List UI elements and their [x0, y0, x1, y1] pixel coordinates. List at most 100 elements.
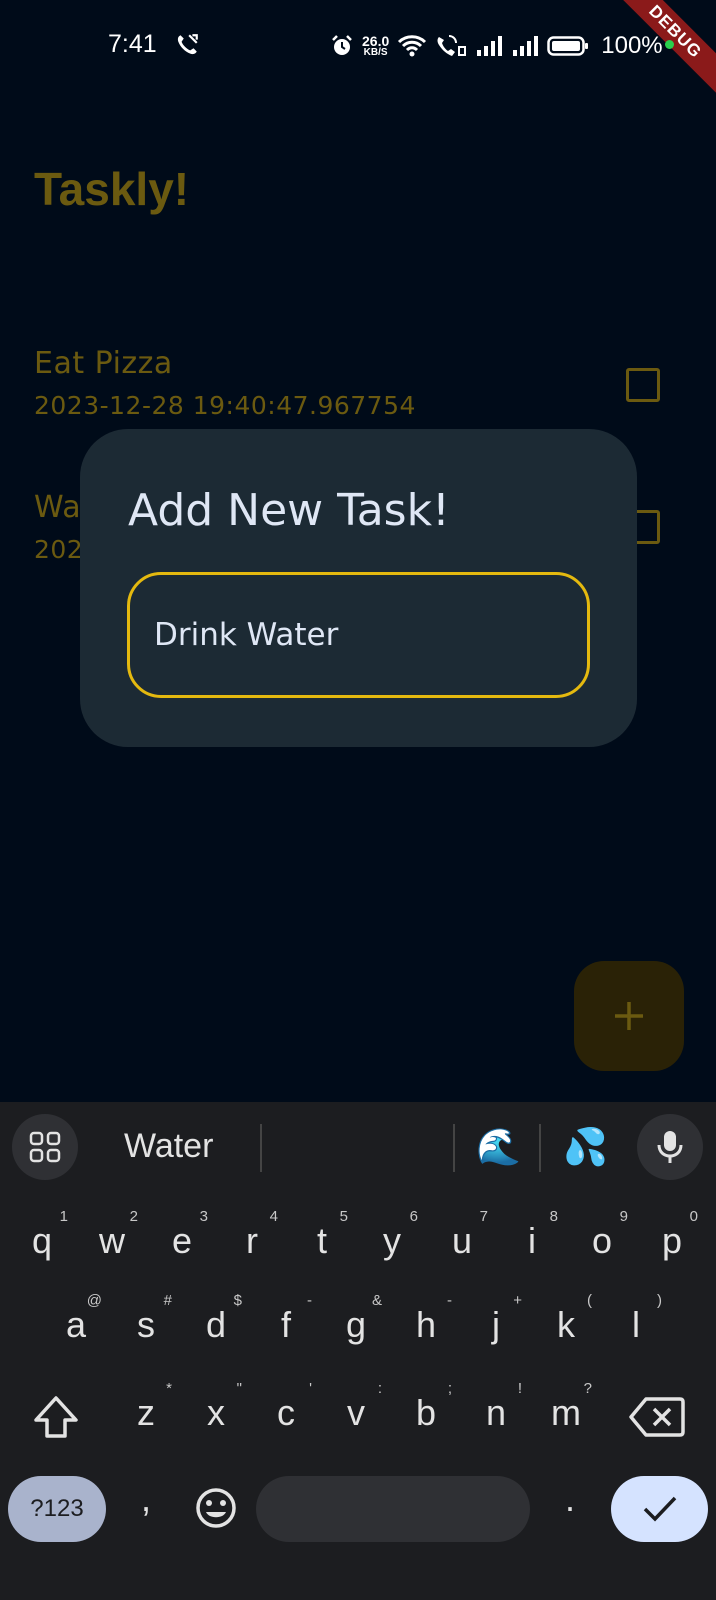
suggestion-bar: Water 🌊 💦 [0, 1102, 716, 1194]
divider [539, 1124, 541, 1172]
network-speed-value: 26.0 [362, 33, 390, 49]
key-hint: ? [583, 1380, 592, 1397]
shift-key[interactable] [30, 1392, 86, 1448]
period-key[interactable]: . [540, 1478, 600, 1520]
key-hint: 8 [549, 1208, 558, 1225]
space-key[interactable] [256, 1476, 530, 1542]
key-x[interactable]: x " [186, 1380, 246, 1434]
plus-icon [615, 1002, 643, 1030]
task-item[interactable]: Eat Pizza 2023-12-28 19:40:47.967754 [34, 346, 674, 420]
checkmark-icon [643, 1496, 676, 1522]
emoji-suggestion-wave[interactable]: 🌊 [476, 1126, 521, 1168]
key-z[interactable]: z * [116, 1380, 176, 1434]
key-hint: + [513, 1292, 522, 1309]
key-v[interactable]: v: [326, 1380, 386, 1434]
key-letter: m [551, 1392, 581, 1433]
key-letter: o [591, 1220, 613, 1261]
key-s[interactable]: s # [116, 1292, 176, 1346]
key-hint: 4 [269, 1208, 278, 1225]
key-u[interactable]: u7 [432, 1208, 492, 1262]
key-hint: $ [233, 1292, 242, 1309]
battery-icon [547, 36, 589, 56]
key-letter: x [207, 1392, 225, 1433]
enter-key[interactable] [611, 1476, 708, 1542]
key-letter: v [347, 1392, 365, 1433]
key-t[interactable]: t5 [292, 1208, 352, 1262]
keyboard: Water 🌊 💦 q 1 w 2 e 3 r 4 t 5 y 6 u 7 i 8 o 9 p 0 a @ s # d $ f - g &… [0, 1102, 716, 1600]
key-k[interactable]: k( [536, 1292, 596, 1346]
key-letter: g [345, 1304, 367, 1345]
symbols-key[interactable]: ?123 [8, 1476, 106, 1542]
key-d[interactable]: d $ [186, 1292, 246, 1346]
key-letter: s [137, 1304, 155, 1345]
key-b[interactable]: b; [396, 1380, 456, 1434]
key-l[interactable]: l) [606, 1292, 666, 1346]
key-p[interactable]: p0 [642, 1208, 702, 1262]
key-hint: 2 [129, 1208, 138, 1225]
key-letter: j [492, 1304, 500, 1345]
key-g[interactable]: g & [326, 1292, 386, 1346]
key-hint: 1 [59, 1208, 68, 1225]
comma-key[interactable]: , [116, 1478, 176, 1520]
task-name-input[interactable]: Drink Water [127, 572, 590, 698]
emoji-key[interactable] [194, 1486, 238, 1534]
voice-input-button[interactable] [637, 1114, 703, 1180]
key-q[interactable]: q1 [12, 1208, 72, 1262]
add-task-dialog: Add New Task! Drink Water [80, 429, 637, 747]
key-hint: ; [447, 1380, 452, 1397]
debug-label: DEBUG [606, 0, 716, 103]
key-h[interactable]: h- [396, 1292, 456, 1346]
key-hint: * [166, 1380, 172, 1397]
key-o[interactable]: o9 [572, 1208, 632, 1262]
volte-call-icon [437, 35, 467, 56]
key-hint: ( [587, 1292, 592, 1309]
key-letter: h [415, 1304, 437, 1345]
key-hint: 9 [619, 1208, 628, 1225]
key-hint: 6 [409, 1208, 418, 1225]
key-letter: l [632, 1304, 640, 1345]
key-hint: ) [657, 1292, 662, 1309]
network-speed-unit: KB/S [363, 47, 388, 58]
word-suggestion[interactable]: Water [124, 1127, 213, 1166]
key-hint: # [163, 1292, 172, 1309]
keyboard-menu-button[interactable] [12, 1114, 78, 1180]
smiley-icon [196, 1488, 236, 1528]
status-time: 7:41 [108, 30, 157, 58]
key-r[interactable]: r4 [222, 1208, 282, 1262]
key-letter: c [277, 1392, 295, 1433]
key-letter: k [557, 1304, 575, 1345]
key-j[interactable]: j + [466, 1292, 526, 1346]
key-hint: 0 [689, 1208, 698, 1225]
key-m[interactable]: m? [536, 1380, 596, 1434]
key-letter: f [280, 1304, 291, 1345]
task-name: Eat Pizza [34, 346, 173, 381]
add-task-button[interactable] [574, 961, 684, 1071]
key-e[interactable]: e3 [152, 1208, 212, 1262]
key-y[interactable]: y6 [362, 1208, 422, 1262]
backspace-key[interactable] [628, 1394, 688, 1446]
key-hint: @ [86, 1292, 102, 1309]
key-letter: q [31, 1220, 53, 1261]
key-hint: ! [517, 1380, 522, 1397]
key-letter: a [65, 1304, 87, 1345]
task-date: 2023-12-28 19:40:47.967754 [34, 391, 416, 420]
wifi-icon [398, 35, 427, 57]
key-letter: i [528, 1220, 536, 1261]
key-hint: 5 [339, 1208, 348, 1225]
key-n[interactable]: n! [466, 1380, 526, 1434]
dialog-title: Add New Task! [128, 485, 450, 536]
key-c[interactable]: c ' [256, 1380, 316, 1434]
key-letter: b [415, 1392, 437, 1433]
key-a[interactable]: a @ [46, 1292, 106, 1346]
key-f[interactable]: f- [256, 1292, 316, 1346]
key-hint: 3 [199, 1208, 208, 1225]
emoji-suggestion-droplets[interactable]: 💦 [563, 1126, 608, 1168]
task-checkbox[interactable] [626, 368, 660, 402]
key-hint: - [447, 1292, 452, 1309]
status-bar: 7:41 26.0 KB/S 100% DEBUG [0, 0, 716, 103]
divider [260, 1124, 262, 1172]
backspace-icon [629, 1397, 685, 1437]
key-letter: r [246, 1220, 258, 1261]
key-i[interactable]: i8 [502, 1208, 562, 1262]
key-w[interactable]: w2 [82, 1208, 142, 1262]
